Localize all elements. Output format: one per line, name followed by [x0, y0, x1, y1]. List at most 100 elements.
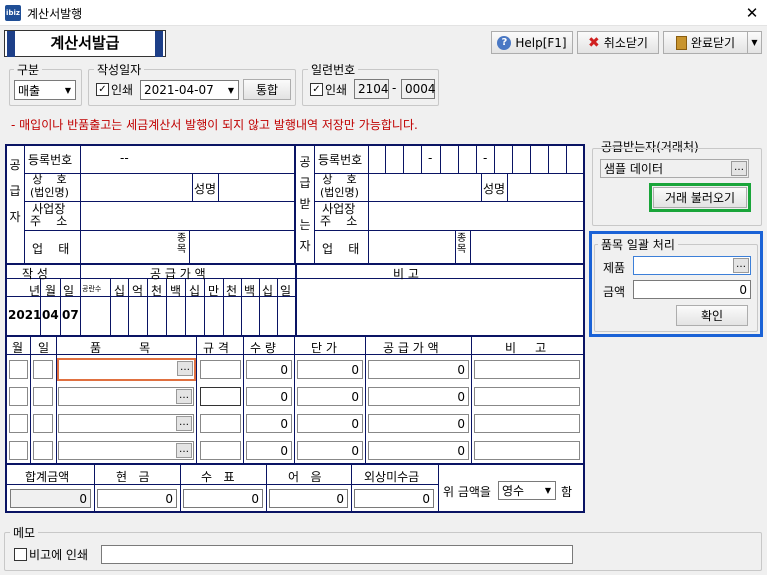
- cash-label: 현 금: [116, 470, 150, 484]
- batch-product-input[interactable]: …: [633, 256, 751, 275]
- supplier-name-label: 상 호 (법인명): [30, 173, 69, 199]
- memo-print-checkbox[interactable]: [14, 548, 27, 561]
- items-col-qty: 수 량: [250, 341, 276, 355]
- row3-price[interactable]: 0: [297, 414, 363, 433]
- date-value: 2021-04-07: [144, 83, 214, 97]
- row4-qty[interactable]: 0: [246, 441, 292, 460]
- batch-group-label: 품목 일괄 처리: [598, 236, 678, 253]
- row1-qty[interactable]: 0: [246, 360, 292, 379]
- row2-product-lookup[interactable]: …: [176, 389, 192, 404]
- row2-price[interactable]: 0: [297, 387, 363, 406]
- supply-amount-header: 공 급 가 액: [150, 267, 206, 281]
- help-icon: ?: [497, 35, 512, 50]
- row3-day[interactable]: [33, 414, 53, 433]
- row4-amount[interactable]: 0: [368, 441, 469, 460]
- row1-remark[interactable]: [474, 360, 580, 379]
- row2-product[interactable]: …: [58, 387, 194, 406]
- row2-amount[interactable]: 0: [368, 387, 469, 406]
- row3-month[interactable]: [9, 414, 28, 433]
- chevron-down-icon: ▼: [64, 85, 72, 95]
- type-group-label: 구분: [14, 61, 43, 78]
- receivable-amount[interactable]: 0: [354, 489, 434, 508]
- items-col-spec: 규 격: [203, 341, 229, 355]
- row1-amount[interactable]: 0: [368, 360, 469, 379]
- row4-spec[interactable]: [200, 441, 241, 460]
- row4-month[interactable]: [9, 441, 28, 460]
- serial-print-checkbox[interactable]: ✓: [310, 83, 323, 96]
- merge-button[interactable]: 통합: [243, 79, 291, 100]
- memo-print-label: 비고에 인쇄: [29, 548, 89, 562]
- row1-day[interactable]: [33, 360, 53, 379]
- divider: [351, 465, 352, 513]
- row2-remark[interactable]: [474, 387, 580, 406]
- chevron-down-icon: ▼: [227, 85, 235, 95]
- divider: [5, 463, 585, 465]
- partner-lookup-button[interactable]: …: [731, 161, 747, 176]
- note-amount[interactable]: 0: [269, 489, 348, 508]
- row1-month[interactable]: [9, 360, 28, 379]
- row1-spec[interactable]: [200, 360, 241, 379]
- divider: [294, 336, 295, 464]
- month-value: 04: [42, 308, 59, 322]
- divider: [476, 146, 477, 173]
- supplier-rep-label: 성명: [194, 182, 217, 196]
- row3-product-lookup[interactable]: …: [176, 416, 192, 431]
- row2-month[interactable]: [9, 387, 28, 406]
- load-partner-button[interactable]: 거래 불러오기: [653, 187, 747, 208]
- divider: [259, 279, 260, 335]
- batch-product-lookup[interactable]: …: [733, 258, 749, 273]
- done-dropdown-button[interactable]: ▼: [747, 31, 762, 54]
- row3-qty[interactable]: 0: [246, 414, 292, 433]
- row2-spec[interactable]: [200, 387, 241, 406]
- cash-amount[interactable]: 0: [97, 489, 177, 508]
- divider: [481, 174, 482, 201]
- type-select[interactable]: 매출 ▼: [14, 80, 76, 100]
- serial-part2: 0004: [401, 79, 436, 99]
- divider: [80, 265, 81, 335]
- batch-confirm-button[interactable]: 확인: [676, 305, 748, 326]
- date-print-checkbox[interactable]: ✓: [96, 83, 109, 96]
- divider: [204, 279, 205, 335]
- row4-price[interactable]: 0: [297, 441, 363, 460]
- divider: [315, 201, 583, 202]
- divider: [507, 174, 508, 201]
- load-partner-label: 거래 불러오기: [664, 191, 736, 205]
- cancel-close-button[interactable]: ✖ 취소닫기: [577, 31, 659, 54]
- close-icon[interactable]: ✕: [741, 2, 763, 24]
- cancel-label: 취소닫기: [603, 36, 648, 50]
- divider: [243, 336, 244, 464]
- help-button[interactable]: ? Help[F1]: [491, 31, 573, 54]
- row1-product[interactable]: …: [57, 358, 196, 381]
- partner-field[interactable]: 샘플 데이터 …: [600, 159, 749, 178]
- day-value: 07: [62, 308, 79, 322]
- row1-price[interactable]: 0: [297, 360, 363, 379]
- check-amount[interactable]: 0: [183, 489, 263, 508]
- digit-label: 십: [189, 284, 201, 298]
- year-label: 년: [29, 284, 41, 298]
- row2-qty[interactable]: 0: [246, 387, 292, 406]
- receipt-select[interactable]: 영수 ▼: [498, 481, 556, 500]
- done-close-button[interactable]: 완료닫기: [663, 31, 748, 54]
- items-col-product: 품 목: [90, 341, 151, 355]
- row2-day[interactable]: [33, 387, 53, 406]
- row4-remark[interactable]: [474, 441, 580, 460]
- divider: [440, 146, 441, 173]
- row3-product[interactable]: …: [58, 414, 194, 433]
- row1-product-lookup[interactable]: …: [177, 361, 193, 376]
- batch-amount-input[interactable]: 0: [633, 280, 751, 299]
- row3-remark[interactable]: [474, 414, 580, 433]
- date-picker[interactable]: 2021-04-07 ▼: [140, 80, 239, 100]
- divider: [185, 279, 186, 335]
- items-col-price: 단 가: [311, 341, 337, 355]
- receipt-suffix: 함: [561, 485, 573, 499]
- memo-input[interactable]: [101, 545, 573, 564]
- row3-amount[interactable]: 0: [368, 414, 469, 433]
- row4-day[interactable]: [33, 441, 53, 460]
- row3-spec[interactable]: [200, 414, 241, 433]
- divider: [438, 465, 439, 513]
- receiver-type-label: 업 태: [322, 242, 360, 256]
- row4-product[interactable]: …: [58, 441, 194, 460]
- write-date-header: 작 성: [22, 267, 48, 281]
- divider: [218, 174, 219, 201]
- row4-product-lookup[interactable]: …: [176, 443, 192, 458]
